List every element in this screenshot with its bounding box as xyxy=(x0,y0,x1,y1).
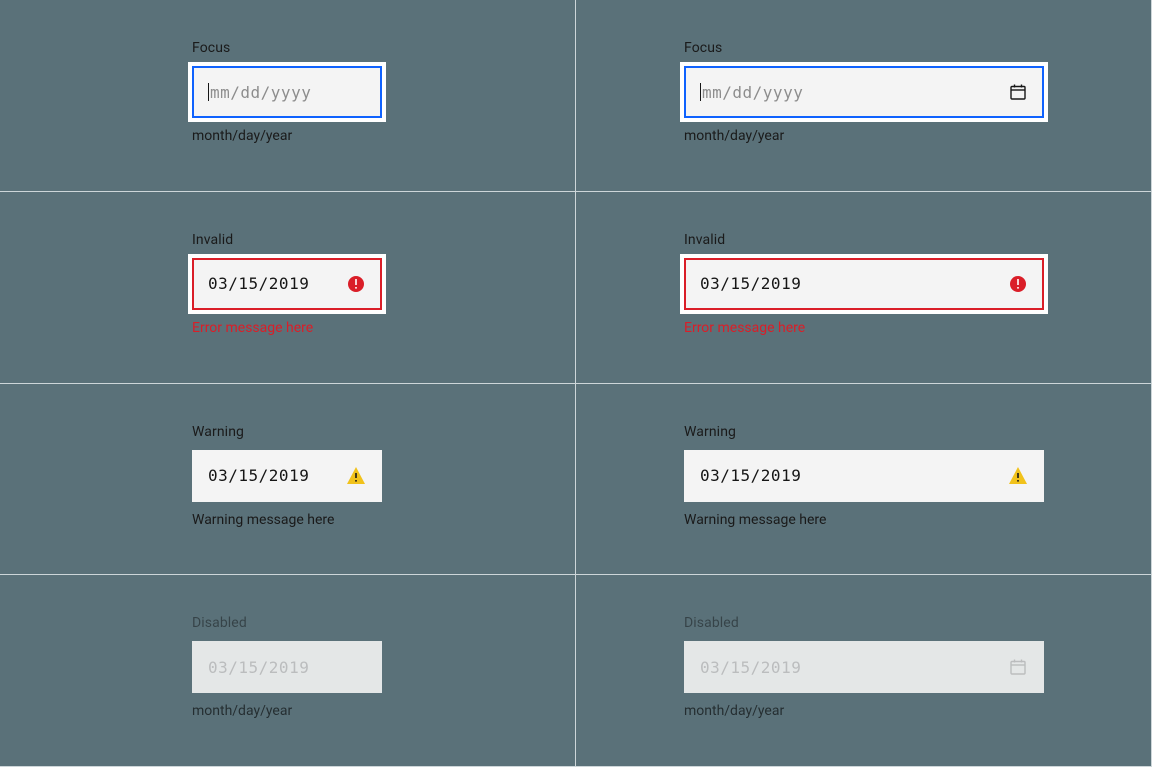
warning-icon xyxy=(1008,466,1028,486)
text-cursor xyxy=(208,83,209,101)
field-label: Invalid xyxy=(684,232,1151,248)
disabled-simple-cell: Disabled 03/15/2019 month/day/year xyxy=(0,575,576,767)
helper-text: month/day/year xyxy=(684,128,1151,144)
disabled-calendar-cell: Disabled 03/15/2019 month/day/year xyxy=(576,575,1152,767)
date-input-invalid[interactable]: 03/15/2019 xyxy=(192,258,382,310)
error-icon xyxy=(1008,274,1028,294)
error-icon xyxy=(346,274,366,294)
field-label: Focus xyxy=(684,40,1151,56)
date-input-value: 03/15/2019 xyxy=(208,658,366,677)
helper-text: month/day/year xyxy=(192,703,575,719)
field-label: Warning xyxy=(192,424,575,440)
warning-icon xyxy=(346,466,366,486)
field-label: Disabled xyxy=(192,615,575,631)
date-input-disabled: 03/15/2019 xyxy=(192,641,382,693)
invalid-simple-cell: Invalid 03/15/2019 Error message here xyxy=(0,192,576,384)
date-input-warning[interactable]: 03/15/2019 xyxy=(192,450,382,502)
date-input-value: 03/15/2019 xyxy=(700,466,1000,485)
warning-message: Warning message here xyxy=(684,512,1151,528)
field-label: Disabled xyxy=(684,615,1151,631)
date-input-invalid[interactable]: 03/15/2019 xyxy=(684,258,1044,310)
error-message: Error message here xyxy=(684,320,1151,336)
date-input-disabled: 03/15/2019 xyxy=(684,641,1044,693)
warning-simple-cell: Warning 03/15/2019 Warning message here xyxy=(0,384,576,576)
date-input-warning[interactable]: 03/15/2019 xyxy=(684,450,1044,502)
calendar-icon[interactable] xyxy=(1008,82,1028,102)
date-input-value: 03/15/2019 xyxy=(208,274,338,293)
date-input-placeholder: mm/dd/yyyy xyxy=(702,83,1000,102)
field-label: Invalid xyxy=(192,232,575,248)
warning-calendar-cell: Warning 03/15/2019 Warning message here xyxy=(576,384,1152,576)
date-input-value: 03/15/2019 xyxy=(208,466,338,485)
helper-text: month/day/year xyxy=(684,703,1151,719)
date-input-placeholder: mm/dd/yyyy xyxy=(210,83,366,102)
date-input-value: 03/15/2019 xyxy=(700,658,1000,677)
date-input-value: 03/15/2019 xyxy=(700,274,1000,293)
helper-text: month/day/year xyxy=(192,128,575,144)
warning-message: Warning message here xyxy=(192,512,575,528)
date-input-focus[interactable]: mm/dd/yyyy xyxy=(684,66,1044,118)
text-cursor xyxy=(700,83,701,101)
invalid-calendar-cell: Invalid 03/15/2019 Error message here xyxy=(576,192,1152,384)
calendar-icon xyxy=(1008,657,1028,677)
field-label: Warning xyxy=(684,424,1151,440)
date-input-focus[interactable]: mm/dd/yyyy xyxy=(192,66,382,118)
field-label: Focus xyxy=(192,40,575,56)
error-message: Error message here xyxy=(192,320,575,336)
focus-simple-cell: Focus mm/dd/yyyy month/day/year xyxy=(0,0,576,192)
focus-calendar-cell: Focus mm/dd/yyyy month/day/year xyxy=(576,0,1152,192)
